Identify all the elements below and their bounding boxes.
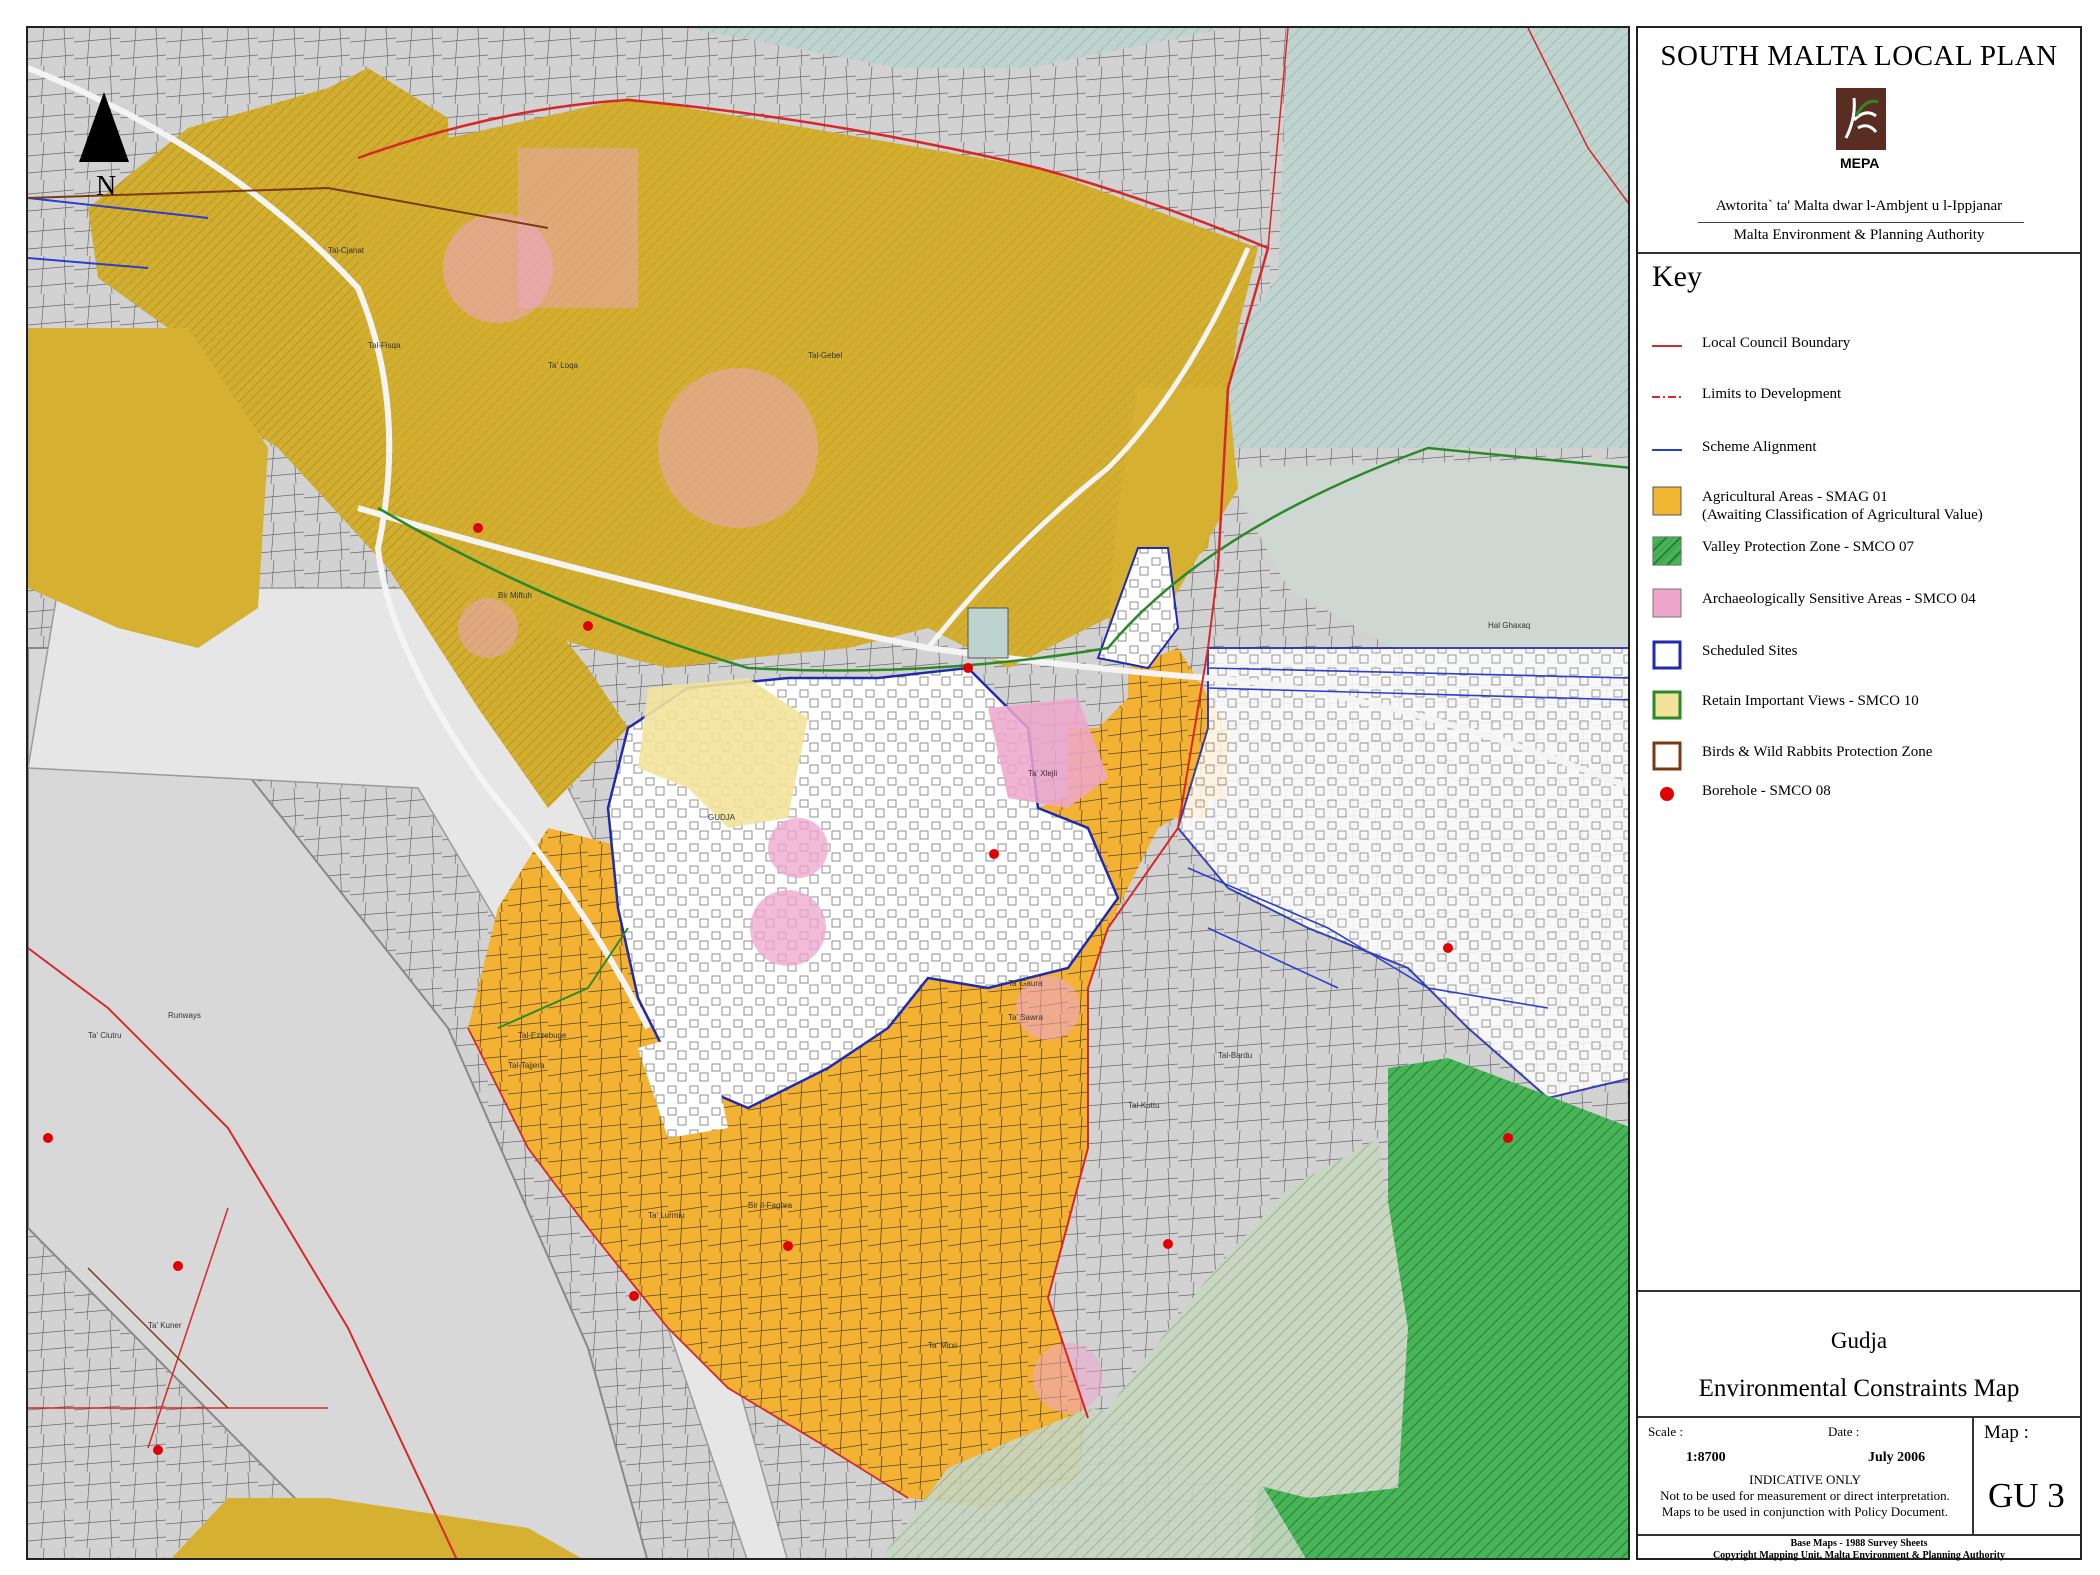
place-label: Ta' Kuner bbox=[148, 1321, 182, 1330]
red-dot-icon bbox=[1660, 787, 1674, 801]
key-label: Local Council Boundary bbox=[1702, 335, 1851, 351]
authority-english: Malta Environment & Planning Authority bbox=[1733, 227, 1985, 243]
key-label: Scheduled Sites bbox=[1702, 643, 1798, 659]
key-label-line1: Agricultural Areas - SMAG 01 bbox=[1702, 489, 1888, 505]
key-label: Limits to Development bbox=[1702, 386, 1842, 402]
map-label: Map : bbox=[1984, 1422, 2029, 1443]
key-item-valley-protection: Valley Protection Zone - SMCO 07 bbox=[1652, 536, 2072, 566]
base-maps-note: Base Maps - 1988 Survey Sheets bbox=[1790, 1538, 1928, 1549]
plan-title: SOUTH MALTA LOCAL PLAN bbox=[1660, 40, 2058, 72]
disclaimer-line2: Maps to be used in conjunction with Poli… bbox=[1661, 1504, 1949, 1519]
map-title: Environmental Constraints Map bbox=[1698, 1375, 2020, 1402]
north-label: N bbox=[96, 171, 116, 200]
divider bbox=[1638, 1416, 2080, 1418]
place-label: Tal-Bardu bbox=[1218, 1051, 1252, 1060]
mepa-logo-icon: MEPA bbox=[1836, 88, 1886, 171]
authority-maltese: Awtorita` ta' Malta dwar l-Ambjent u l-I… bbox=[1715, 198, 2003, 214]
place-label: Ta' Sawra bbox=[1008, 1013, 1043, 1022]
red-line-icon bbox=[1652, 345, 1682, 347]
key-label: Scheme Alignment bbox=[1702, 439, 1817, 455]
place-label: GUDJA bbox=[708, 813, 736, 822]
key-label: Birds & Wild Rabbits Protection Zone bbox=[1702, 744, 1933, 760]
blue-line-icon bbox=[1652, 449, 1682, 451]
place-label: Tal-Ezzebuge bbox=[518, 1031, 567, 1040]
key-item-limits-to-development: Limits to Development bbox=[1652, 383, 2072, 413]
key-label-line2: (Awaiting Classification of Agricultural… bbox=[1702, 507, 1983, 523]
key-item-birds-rabbits: Birds & Wild Rabbits Protection Zone bbox=[1652, 741, 2072, 771]
key-label: Borehole - SMCO 08 bbox=[1702, 783, 1831, 799]
divider bbox=[1638, 1290, 2080, 1292]
dashdot-line-icon bbox=[1652, 396, 1682, 398]
divider-vertical bbox=[1972, 1416, 1974, 1534]
key-label: Valley Protection Zone - SMCO 07 bbox=[1702, 539, 1915, 555]
copyright-note: Copyright Mapping Unit, Malta Environmen… bbox=[1712, 1550, 2006, 1561]
place-label: Tal-Tajjera bbox=[508, 1061, 545, 1070]
place-label: Ta' Gaura bbox=[1008, 979, 1043, 988]
green-yellow-box-icon bbox=[1652, 690, 1682, 720]
orange-fill-icon bbox=[1652, 486, 1682, 516]
authority-divider bbox=[1698, 222, 2024, 223]
blue-box-icon bbox=[1652, 640, 1682, 670]
pink-fill-icon bbox=[1652, 588, 1682, 618]
key-item-important-views: Retain Important Views - SMCO 10 bbox=[1652, 690, 2072, 720]
legend-panel: SOUTH MALTA LOCAL PLAN MEPA Awtorita` ta… bbox=[1636, 26, 2082, 1561]
place-label: Ta' Xlejli bbox=[1028, 769, 1057, 778]
key-item-scheduled-sites: Scheduled Sites bbox=[1652, 640, 2072, 670]
map-canvas[interactable]: GUDJA Tal-Cjanat Ta' Loqa Tal-Fisqa Tal-… bbox=[26, 26, 1630, 1560]
logo-text: MEPA bbox=[1840, 155, 1879, 171]
divider bbox=[1638, 1534, 2080, 1536]
green-hatch-icon bbox=[1652, 536, 1682, 566]
north-arrow-icon: N bbox=[79, 92, 129, 200]
place-label: Runways bbox=[168, 1011, 201, 1020]
key-item-borehole: Borehole - SMCO 08 bbox=[1652, 780, 2072, 810]
place-label: Ta' Loqa bbox=[548, 361, 579, 370]
divider bbox=[1638, 252, 2080, 254]
key-item-archaeological: Archaeologically Sensitive Areas - SMCO … bbox=[1652, 588, 2072, 618]
place-label: Ta' Lurmiu bbox=[648, 1211, 685, 1220]
key-label: Agricultural Areas - SMAG 01 (Awaiting Cl… bbox=[1702, 488, 1983, 524]
scale-label: Scale : bbox=[1648, 1424, 1684, 1439]
brown-box-icon bbox=[1652, 741, 1682, 771]
key-item-local-council-boundary: Local Council Boundary bbox=[1652, 332, 2072, 362]
map-number: GU 3 bbox=[1988, 1476, 2065, 1515]
place-label: Tal-Kuttu bbox=[1128, 1101, 1160, 1110]
indicative-note: INDICATIVE ONLY bbox=[1749, 1472, 1861, 1487]
place-label: Hal Ghaxaq bbox=[1488, 621, 1530, 630]
key-label: Retain Important Views - SMCO 10 bbox=[1702, 693, 1919, 709]
place-label: Tal-Cjanat bbox=[328, 246, 365, 255]
place-label: Ta' Ciutru bbox=[88, 1031, 122, 1040]
scale-value: 1:8700 bbox=[1686, 1450, 1726, 1465]
map-svg: GUDJA Tal-Cjanat Ta' Loqa Tal-Fisqa Tal-… bbox=[28, 28, 1628, 1558]
locality-name: Gudja bbox=[1830, 1328, 1888, 1353]
date-value: July 2006 bbox=[1868, 1450, 1926, 1465]
place-label: Tal-Gebel bbox=[808, 351, 842, 360]
disclaimer-line1: Not to be used for measurement or direct… bbox=[1660, 1488, 1950, 1503]
key-item-agricultural-areas: Agricultural Areas - SMAG 01 (Awaiting Cl… bbox=[1652, 486, 2072, 526]
place-label: Bir Il-Faghra bbox=[748, 1201, 793, 1210]
mepa-logo: MEPA bbox=[1836, 88, 1886, 178]
place-label: Tal-Fisqa bbox=[368, 341, 401, 350]
date-label: Date : bbox=[1828, 1424, 1860, 1439]
north-arrow: N bbox=[74, 90, 134, 200]
key-label: Archaeologically Sensitive Areas - SMCO … bbox=[1702, 591, 1976, 607]
key-title: Key bbox=[1652, 260, 1702, 293]
place-label: Bir Miftuh bbox=[498, 591, 532, 600]
valley-protection-zone bbox=[1368, 1058, 1628, 1558]
key-item-scheme-alignment: Scheme Alignment bbox=[1652, 436, 2072, 466]
place-label: Ta' Mirxi bbox=[928, 1341, 957, 1350]
